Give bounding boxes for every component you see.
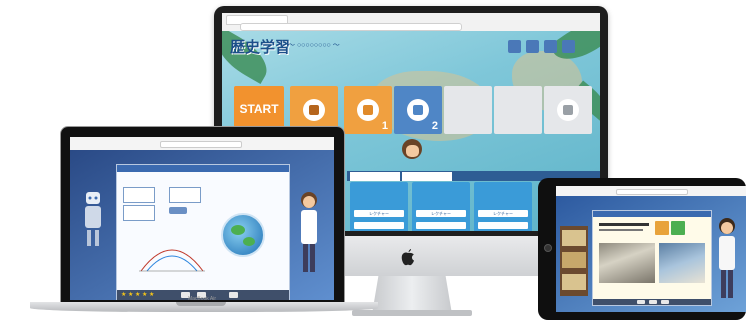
lesson-footer (593, 299, 711, 305)
secondary-button[interactable] (478, 222, 528, 229)
address-bar[interactable] (616, 189, 688, 195)
stage-count: 2 (431, 120, 438, 132)
stage-tile[interactable]: 1 (344, 86, 392, 134)
stage-icon (357, 99, 379, 121)
macbook-screen: ★ ★ ★ ★ ★ (70, 137, 334, 300)
next-button[interactable] (661, 300, 669, 304)
lesson-card[interactable]: レクチャー (412, 182, 470, 231)
panel-tab[interactable] (350, 172, 400, 181)
ipad-screen (556, 186, 746, 312)
app-background: ★ ★ ★ ★ ★ (70, 150, 334, 300)
character-illustration-icon (719, 218, 735, 298)
answer-choice[interactable] (169, 187, 201, 203)
guide-character-face (406, 145, 419, 157)
lesson-card[interactable]: レクチャー (474, 182, 532, 231)
lesson-card[interactable]: レクチャー (350, 182, 408, 231)
home-button[interactable] (544, 244, 552, 252)
robot-character-icon (85, 192, 101, 246)
lesson-photo (599, 243, 655, 283)
stage-tile-locked[interactable] (544, 86, 592, 134)
lecture-button[interactable]: レクチャー (478, 210, 528, 217)
app-subtitle: 〜 ○○○○○○○○ 〜 (288, 42, 340, 49)
stage-tile-selected[interactable]: 2 (394, 86, 442, 134)
app-background (556, 196, 746, 312)
app-title: 歴史学習 〜 ○○○○○○○○ 〜 (230, 36, 380, 58)
apple-logo-icon (401, 249, 414, 266)
prev-button[interactable] (637, 300, 645, 304)
earth-illustration (221, 213, 265, 257)
goal-icon (655, 221, 669, 235)
goal-icon (671, 221, 685, 235)
start-label: START (239, 102, 279, 116)
lesson-text-line (599, 223, 649, 226)
lecture-button[interactable]: レクチャー (416, 210, 466, 217)
stage-icon (303, 99, 325, 121)
character-illustration-icon (301, 192, 317, 272)
panel-tab[interactable] (402, 172, 452, 181)
browser-toolbar (70, 137, 334, 151)
answer-button[interactable] (169, 207, 187, 214)
lecture-button[interactable]: レクチャー (354, 210, 404, 217)
macbook-notch (176, 302, 226, 306)
app-title-text: 歴史学習 (230, 39, 291, 56)
orbit-diagram (139, 249, 205, 272)
bookshelf-illustration-icon (560, 226, 588, 296)
answer-choice[interactable] (123, 205, 155, 221)
quiz-header (117, 165, 289, 172)
imac-foot (352, 310, 472, 316)
settings-button[interactable] (526, 40, 539, 53)
answer-choice[interactable] (123, 187, 155, 203)
imac-stand (372, 276, 452, 314)
address-bar[interactable] (240, 23, 462, 31)
quiz-page: ★ ★ ★ ★ ★ (116, 164, 290, 300)
lesson-page (592, 210, 712, 306)
stage-tile-locked[interactable] (494, 86, 542, 134)
stats-button[interactable] (544, 40, 557, 53)
secondary-button[interactable] (354, 222, 404, 229)
menu-button[interactable] (562, 40, 575, 53)
play-button[interactable] (649, 300, 657, 304)
lesson-text-line (599, 229, 643, 231)
stage-icon (557, 99, 579, 121)
macbook-brand-label: MacBook Air (187, 296, 217, 302)
lesson-photo (659, 243, 705, 283)
lesson-header (593, 211, 711, 217)
browser-toolbar (222, 13, 600, 32)
secondary-button[interactable] (416, 222, 466, 229)
stage-count: 1 (381, 120, 388, 132)
stage-tile-locked[interactable] (444, 86, 492, 134)
home-button[interactable] (508, 40, 521, 53)
stage-icon (407, 99, 429, 121)
address-bar[interactable] (160, 141, 242, 148)
